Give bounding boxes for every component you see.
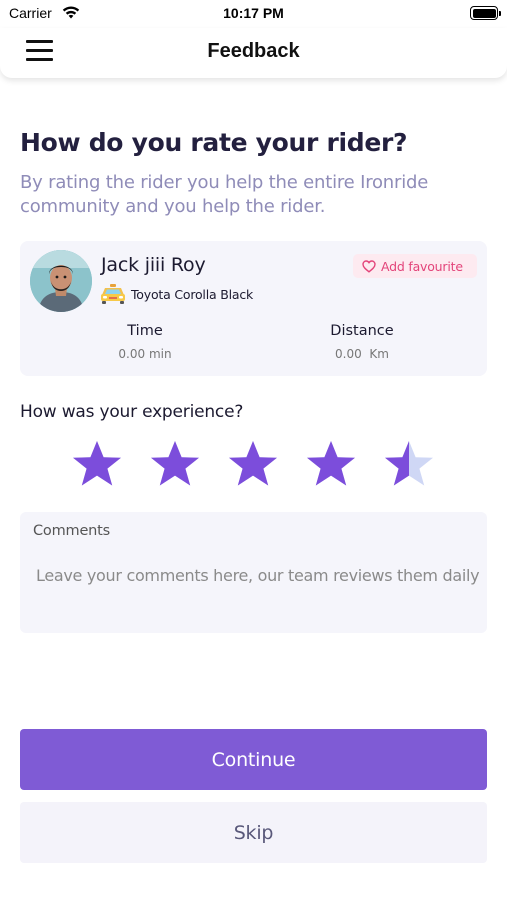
star-icon[interactable]	[70, 438, 124, 492]
status-time: 10:17 PM	[223, 5, 284, 21]
distance-label: Distance	[330, 323, 394, 339]
star-icon[interactable]	[148, 438, 202, 492]
star-icon[interactable]	[304, 438, 358, 492]
page-title: Feedback	[207, 40, 300, 62]
comments-input[interactable]	[30, 560, 482, 590]
battery-icon	[470, 6, 501, 20]
taxi-car-icon	[100, 283, 126, 305]
rider-name: Jack jiii Roy	[101, 254, 206, 276]
skip-button[interactable]: Skip	[20, 802, 487, 863]
time-value: 0.00 min	[118, 347, 172, 361]
star-icon[interactable]	[382, 438, 436, 492]
add-favourite-label: Add favourite	[381, 258, 463, 274]
continue-button[interactable]: Continue	[20, 729, 487, 790]
star-icon[interactable]	[226, 438, 280, 492]
status-bar: Carrier 10:17 PM	[0, 0, 507, 28]
rider-avatar	[30, 250, 92, 312]
rating-subheading: By rating the rider you help the entire …	[20, 172, 429, 217]
nav-bar: Feedback	[0, 28, 507, 78]
distance-value: 0.00 Km	[335, 347, 389, 361]
comments-box: Comments	[20, 512, 487, 633]
experience-label: How was your experience?	[20, 402, 244, 422]
heart-icon	[362, 259, 376, 273]
star-rating	[70, 438, 440, 492]
rider-card: Jack jiii Roy Toyota Corolla Black Add f…	[20, 241, 487, 376]
car-model: Toyota Corolla Black	[131, 287, 254, 302]
time-label: Time	[127, 323, 163, 339]
rating-heading: How do you rate your rider?	[20, 128, 408, 157]
comments-label: Comments	[33, 523, 110, 539]
add-favourite-button[interactable]: Add favourite	[353, 254, 477, 278]
